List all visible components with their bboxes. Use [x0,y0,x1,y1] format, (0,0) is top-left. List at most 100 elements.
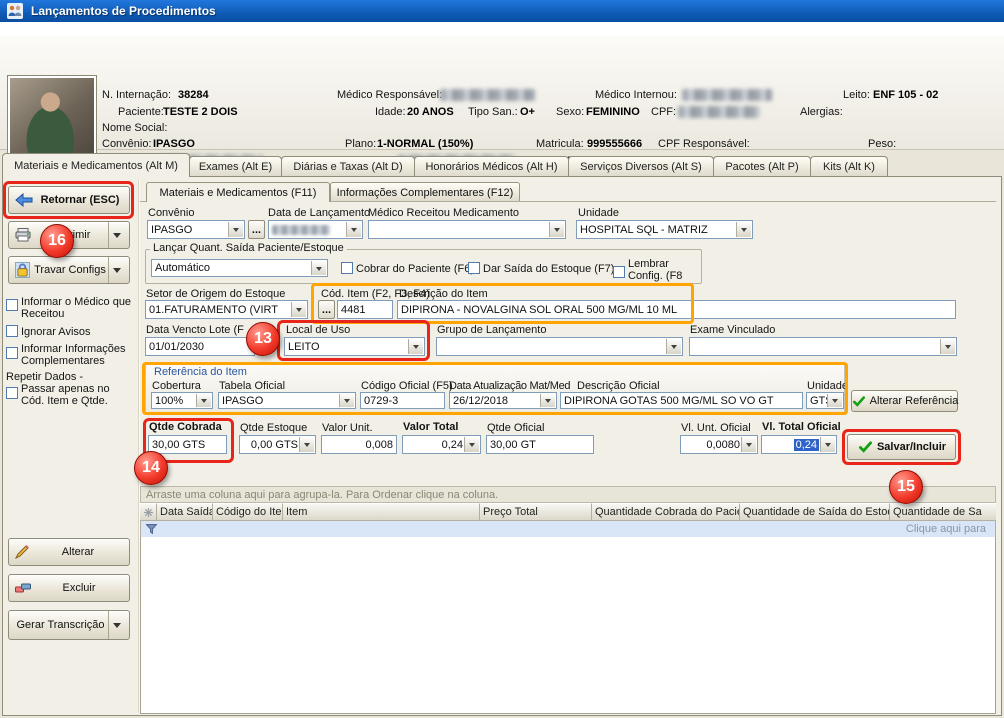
lembrar-config-checkbox[interactable] [613,266,625,278]
inner-tab-informacoes-f12[interactable]: Informações Complementares (F12) [330,182,520,202]
unidade-label: Unidade [578,207,619,219]
ignorar-avisos-checkbox[interactable] [6,325,18,337]
grid-indicator-column[interactable] [140,503,157,521]
chevron-down-icon[interactable] [228,222,243,237]
chevron-down-icon[interactable] [540,394,555,407]
informar-informacoes-checkbox[interactable] [6,347,18,359]
printer-icon [15,228,31,242]
chevron-down-icon[interactable] [736,222,751,237]
qtde-cobrada-input[interactable]: 30,00 GTS [148,435,227,454]
tab-honorarios-medicos[interactable]: Honorários Médicos (Alt H) [414,156,569,177]
column-header-preco-total[interactable]: Preço Total [480,503,592,521]
cobrar-paciente-label: Cobrar do Paciente (F6) [356,263,474,275]
grid-filter-row[interactable]: Clique aqui para [140,521,996,537]
vl-total-oficial-label: Vl. Total Oficial [762,421,841,433]
unidade-ref-combo[interactable]: GTS [806,392,844,409]
chevron-down-icon[interactable] [346,222,361,237]
qtde-oficial-input[interactable]: 30,00 GT [486,435,594,454]
cod-item-input[interactable]: 4481 [337,300,393,319]
unidade-combo[interactable]: HOSPITAL SQL - MATRIZ [576,220,753,239]
dar-saida-estoque-checkbox[interactable] [468,262,480,274]
repetir-dados-label: Repetir Dados - [6,371,126,383]
setor-origem-combo[interactable]: 01.FATURAMENTO (VIRT [145,300,308,319]
main-tab-strip: Materiais e Medicamentos (Alt M) Exames … [2,153,887,177]
descricao-oficial-input[interactable]: DIPIRONA GOTAS 500 MG/ML SO VO GT [560,392,803,409]
qtde-estoque-combo[interactable]: 0,00 GTS [239,435,316,454]
alterar-referencia-button[interactable]: Alterar Referência [851,390,958,412]
exame-vinculado-combo[interactable] [689,337,957,356]
chevron-down-icon[interactable] [299,437,314,452]
tab-materiais-medicamentos[interactable]: Materiais e Medicamentos (Alt M) [2,153,190,177]
tab-exames[interactable]: Exames (Alt E) [189,156,282,177]
chevron-down-icon[interactable] [464,437,479,452]
tab-pacotes[interactable]: Pacotes (Alt P) [713,156,811,177]
tab-diarias-taxas[interactable]: Diárias e Taxas (Alt D) [281,156,415,177]
repetir-dados-checkbox[interactable] [6,387,18,399]
data-lancamento-combo[interactable] [268,220,363,239]
idade-value: 20 ANOS [407,106,454,118]
chevron-down-icon[interactable] [311,261,326,275]
data-atualizacao-combo[interactable]: 26/12/2018 [449,392,557,409]
convenio-combo[interactable]: IPASGO [147,220,245,239]
grupo-lancamento-label: Grupo de Lançamento [437,324,546,336]
column-header-qtd-saida-estoque[interactable]: Quantidade de Saída do Estoque [740,503,890,521]
tab-kits[interactable]: Kits (Alt K) [810,156,888,177]
column-header-data-saida[interactable]: Data Saída [157,503,213,521]
tab-servicos-diversos[interactable]: Serviços Diversos (Alt S) [568,156,714,177]
codigo-oficial-input[interactable]: 0729-3 [360,392,445,409]
chevron-down-icon[interactable] [339,394,354,407]
vl-unt-oficial-combo[interactable]: 0,0080 [680,435,758,454]
chevron-down-icon[interactable] [666,339,681,354]
grupo-lancamento-combo[interactable] [436,337,683,356]
link-bar: Clique aqui para visualizar Informações … [0,22,1004,36]
arrow-left-icon [15,193,33,207]
data-vencto-lote-label: Data Vencto Lote (F [146,324,244,336]
valor-total-combo[interactable]: 0,24 [402,435,481,454]
column-header-item[interactable]: Item [283,503,480,521]
informar-medico-checkbox[interactable] [6,299,18,311]
retornar-button[interactable]: Retornar (ESC) [8,186,130,214]
convenio-ellipsis-button[interactable]: ... [248,220,265,239]
chevron-down-icon[interactable] [108,222,125,248]
chevron-down-icon[interactable] [108,611,125,639]
chevron-down-icon[interactable] [549,222,564,237]
chevron-down-icon[interactable] [108,257,125,283]
cobrar-paciente-checkbox[interactable] [341,262,353,274]
filter-hint: Clique aqui para [906,523,992,535]
salvar-incluir-button[interactable]: Salvar/Incluir [847,434,956,460]
valor-total-label: Valor Total [403,421,458,433]
travar-configs-button[interactable]: Travar Configs [8,256,130,284]
grid-group-drop-area[interactable]: Arraste uma coluna aqui para agrupa-la. … [140,486,996,503]
chevron-down-icon[interactable] [408,339,423,354]
chevron-down-icon[interactable] [291,302,306,317]
column-header-codigo-item[interactable]: Código do Item [213,503,283,521]
chevron-down-icon[interactable] [827,394,842,407]
local-uso-combo[interactable]: LEITO [284,337,425,356]
cobertura-label: Cobertura [152,380,201,392]
app-icon [7,3,23,19]
cobertura-combo[interactable]: 100% [151,392,213,409]
dar-saida-estoque-label: Dar Saída do Estoque (F7) [483,263,614,275]
informar-informacoes-label: Informar Informações Complementares [21,343,133,367]
gerar-transcricao-button[interactable]: Gerar Transcrição [8,610,130,640]
column-header-qtd-sa[interactable]: Quantidade de Sa [890,503,996,521]
data-vencto-lote-input[interactable]: 01/01/2030 [145,337,255,356]
descricao-item-input[interactable]: DIPIRONA - NOVALGINA SOL ORAL 500 MG/ML … [397,300,956,319]
lancar-quant-combo[interactable]: Automático [151,259,328,277]
valor-unit-input[interactable]: 0,008 [321,435,397,454]
chevron-down-icon[interactable] [741,437,756,452]
cod-item-ellipsis-button[interactable]: ... [318,300,335,319]
inner-tab-materiais-f11[interactable]: Materiais e Medicamentos (F11) [146,182,330,202]
chevron-down-icon[interactable] [196,394,211,407]
vl-total-oficial-combo[interactable]: 0,24 [761,435,837,454]
chevron-down-icon[interactable] [820,437,835,452]
lock-icon [15,262,30,278]
medico-receitou-combo[interactable] [368,220,566,239]
chevron-down-icon[interactable] [940,339,955,354]
alterar-button[interactable]: Alterar [8,538,130,566]
tabela-oficial-combo[interactable]: IPASGO [218,392,356,409]
leito-label: Leito: [843,89,870,101]
convenio-label: Convênio [148,207,194,219]
column-header-qtd-cobrada[interactable]: Quantidade Cobrada do Paciente [592,503,740,521]
excluir-button[interactable]: Excluir [8,574,130,602]
